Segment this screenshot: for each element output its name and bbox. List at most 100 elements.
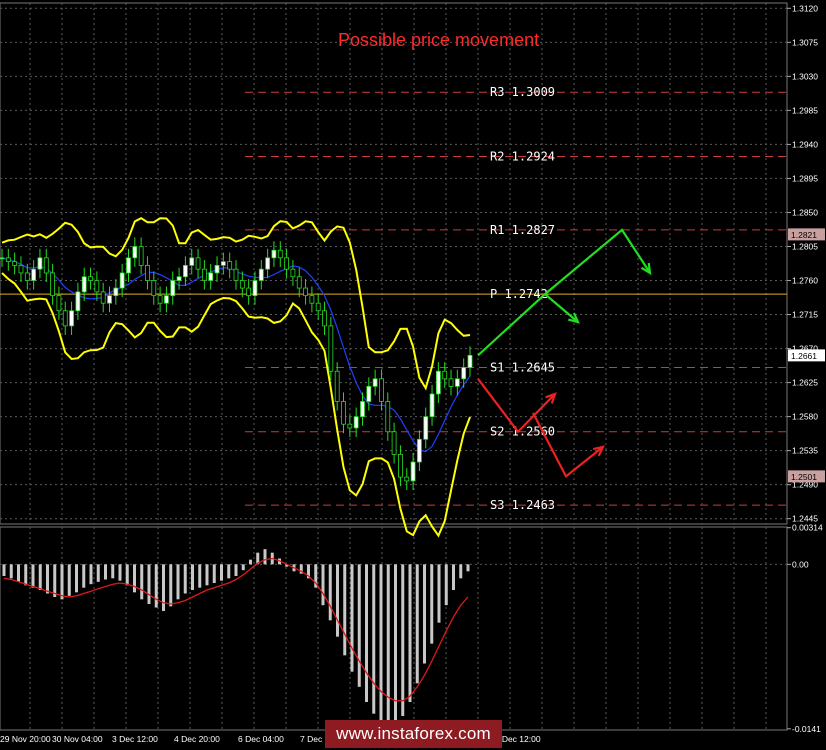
- candle-body: [151, 280, 157, 297]
- macd-histogram-bar: [96, 564, 100, 582]
- candle-body: [410, 461, 416, 482]
- macd-histogram-bar: [365, 564, 368, 702]
- candle-body: [132, 246, 138, 259]
- macd-histogram-bar: [415, 564, 419, 684]
- candle-body: [284, 257, 289, 270]
- candle-body: [81, 276, 87, 293]
- macd-histogram-bar: [162, 564, 165, 611]
- macd-histogram-bar: [191, 564, 194, 590]
- candle-body: [88, 276, 93, 281]
- candle-body: [328, 325, 334, 372]
- macd-histogram-bar: [263, 549, 267, 565]
- macd-histogram-bar: [111, 564, 115, 579]
- price-tick-label: 1.2940: [792, 139, 818, 149]
- candle-body: [246, 287, 252, 297]
- candle-body: [164, 295, 169, 304]
- macd-histogram-bar: [452, 564, 455, 590]
- candle-body: [353, 416, 359, 429]
- candle-body: [5, 257, 11, 263]
- price-tick-label: 1.2760: [792, 276, 818, 286]
- time-axis-label: 6 Dec 04:00: [238, 734, 284, 744]
- candle-body: [113, 287, 119, 297]
- price-marker-label: 1.2661: [791, 351, 817, 361]
- candle-body: [417, 438, 422, 463]
- macd-histogram-bar: [401, 564, 405, 716]
- candle-body: [233, 268, 239, 281]
- candle-body: [43, 257, 49, 274]
- pivot-label-r1: R1 1.2827: [490, 223, 555, 237]
- price-tick-label: 1.3030: [792, 71, 818, 81]
- candle-body: [183, 264, 188, 278]
- candle-body: [119, 272, 125, 289]
- candle-body: [0, 257, 5, 260]
- candle-body: [176, 276, 182, 281]
- macd-histogram-bar: [104, 564, 107, 580]
- candle-body: [189, 257, 195, 266]
- candle-body: [303, 287, 308, 297]
- macd-histogram-bar: [205, 564, 209, 586]
- candle-body: [379, 378, 384, 402]
- macd-histogram-bar: [444, 564, 448, 606]
- macd-histogram-bar: [328, 564, 332, 621]
- macd-histogram-bar: [38, 564, 42, 590]
- candle-body: [290, 268, 296, 278]
- candle-body: [69, 310, 74, 327]
- macd-histogram-bar: [227, 564, 231, 579]
- candle-body: [107, 295, 112, 304]
- candle-body: [31, 268, 37, 281]
- candle-body: [309, 295, 315, 304]
- macd-histogram-bar: [118, 564, 122, 581]
- price-tick-label: 1.3075: [792, 37, 818, 47]
- candle-body: [252, 280, 258, 297]
- time-axis-label: 3 Dec 12:00: [112, 734, 158, 744]
- macd-histogram-bar: [466, 564, 470, 572]
- macd-histogram-bar: [220, 564, 223, 581]
- candle-body: [429, 393, 435, 418]
- price-tick-label: 1.2535: [792, 446, 818, 456]
- macd-histogram-bar: [336, 564, 339, 637]
- macd-histogram-bar: [241, 564, 245, 571]
- pivot-label-r3: R3 1.3009: [490, 85, 555, 99]
- macd-histogram-bar: [2, 564, 6, 576]
- candle-body: [24, 272, 30, 281]
- price-tick-label: 1.3120: [792, 3, 818, 13]
- macd-histogram-bar: [386, 564, 390, 728]
- candle-body: [37, 257, 43, 270]
- candle-body: [315, 302, 321, 312]
- macd-histogram-bar: [67, 564, 71, 596]
- price-tick-label: 1.2850: [792, 207, 818, 217]
- candle-body: [208, 272, 214, 281]
- candle-body: [454, 378, 460, 387]
- macd-histogram-bar: [459, 564, 463, 579]
- price-marker-label: 1.2821: [791, 230, 817, 240]
- candle-body: [94, 280, 100, 293]
- macd-histogram-bar: [82, 564, 86, 588]
- candle-body: [391, 431, 397, 455]
- price-tick-label: 1.2895: [792, 173, 818, 183]
- candle-body: [372, 378, 378, 387]
- macd-histogram-bar: [75, 564, 78, 593]
- macd-histogram-bar: [147, 564, 151, 604]
- chart-title: Possible price movement: [338, 30, 540, 50]
- macd-histogram-bar: [31, 564, 35, 588]
- candle-body: [442, 370, 448, 380]
- candle-body: [195, 257, 201, 270]
- macd-histogram-bar: [9, 564, 13, 579]
- pivot-label-r2: R2 1.2924: [490, 150, 555, 164]
- macd-tick-label: 0.00314: [792, 523, 823, 533]
- candle-body: [467, 354, 473, 368]
- macd-histogram-bar: [183, 564, 187, 594]
- candle-body: [435, 370, 441, 395]
- price-marker-label: 1.2501: [791, 472, 817, 482]
- candle-body: [12, 261, 18, 266]
- watermark-logo: www.instaforex.com: [325, 720, 502, 748]
- candle-body: [334, 370, 340, 402]
- macd-histogram-bar: [169, 564, 173, 607]
- price-tick-label: 1.2805: [792, 241, 818, 251]
- candle-body: [56, 295, 62, 312]
- macd-histogram-bar: [408, 564, 412, 702]
- macd-histogram-bar: [176, 564, 180, 600]
- pivot-label-s3: S3 1.2463: [490, 498, 555, 512]
- candle-body: [157, 295, 163, 304]
- candle-body: [201, 268, 207, 281]
